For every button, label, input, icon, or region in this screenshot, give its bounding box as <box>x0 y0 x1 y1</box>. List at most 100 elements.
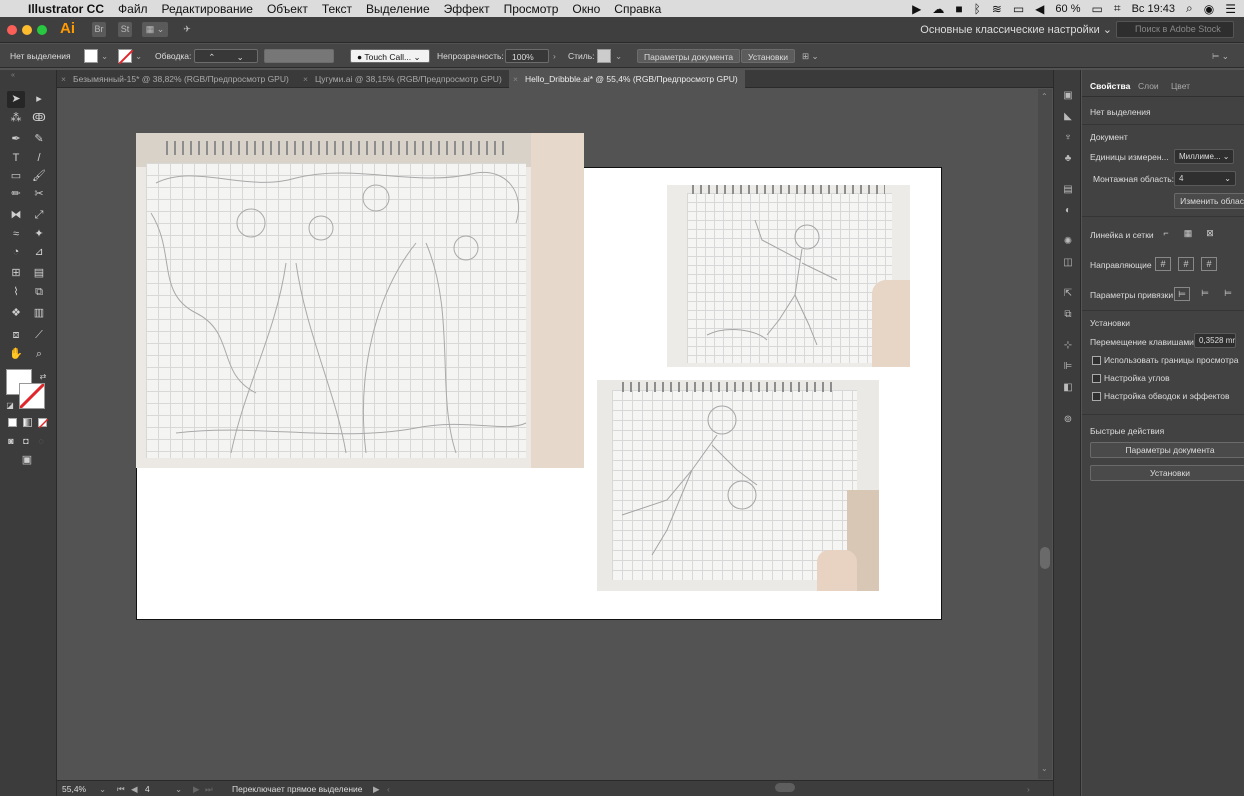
puppet-warp-tool-icon[interactable]: ✦ <box>30 226 48 243</box>
artboards-panel-icon[interactable]: ⧉ <box>1061 309 1075 321</box>
spotlight-search-icon[interactable]: ⌕ <box>1186 1 1193 16</box>
graphic-style-swatch[interactable] <box>597 49 611 63</box>
selection-tool-icon[interactable]: ➤ <box>7 91 25 108</box>
pen-tool-icon[interactable]: ✒ <box>7 131 25 148</box>
tab-tsugumi[interactable]: × Цугуми.ai @ 38,15% (RGB/Предпросмотр GP… <box>299 70 505 88</box>
slice-tool-icon[interactable]: ⟋ <box>30 327 48 344</box>
export-icon[interactable]: ⇱ <box>1061 288 1075 300</box>
zoom-dropdown-icon[interactable]: ⌄ <box>99 784 106 795</box>
transparency-grid-icon[interactable]: ⊠ <box>1202 227 1218 241</box>
stroke-swatch[interactable] <box>118 49 134 65</box>
snap-to-pixel-icon[interactable]: ⊨ <box>1197 287 1213 301</box>
brush-definition[interactable]: ● Touch Call... ⌄ <box>350 49 430 63</box>
opacity-field[interactable]: 100% <box>505 49 549 63</box>
lock-guides-icon[interactable]: # <box>1178 257 1194 271</box>
opacity-arrow-icon[interactable]: › <box>553 49 556 63</box>
fill-dropdown-icon[interactable]: ⌄ <box>101 49 108 63</box>
tab-color[interactable]: Цвет <box>1171 81 1190 91</box>
gradient-tool-icon[interactable]: ▤ <box>30 265 48 282</box>
notification-center-icon[interactable]: ☰ <box>1225 2 1236 16</box>
direct-selection-tool-icon[interactable]: ▸ <box>30 91 48 108</box>
artboard-select[interactable]: 4 ⌄ <box>1174 171 1236 186</box>
previous-artboard-icon[interactable]: ◀ <box>131 784 138 795</box>
arrange-documents-icon[interactable]: ▦ ⌄ <box>142 22 168 37</box>
airplay-icon[interactable]: ▭ <box>1013 2 1024 16</box>
quick-preferences-button[interactable]: Установки <box>1090 465 1244 481</box>
snap-to-point-icon[interactable]: ⊨ <box>1174 287 1190 301</box>
show-guides-icon[interactable]: # <box>1155 257 1171 271</box>
symbol-sprayer-tool-icon[interactable]: ❖ <box>7 305 25 322</box>
edit-artboards-button[interactable]: Изменить област <box>1174 193 1244 209</box>
stroke-panel-icon[interactable]: ▤ <box>1061 184 1075 196</box>
menu-object[interactable]: Объект <box>267 2 308 16</box>
warp-tool-icon[interactable]: ≈ <box>7 226 25 243</box>
tab-properties[interactable]: Свойства <box>1090 81 1130 91</box>
align-icon[interactable]: ⊫ <box>1061 361 1075 373</box>
placed-image-sketch-trees[interactable] <box>136 133 584 468</box>
stock-search-input[interactable]: Поиск в Adobe Stock <box>1116 21 1234 38</box>
scale-corners-checkbox[interactable] <box>1092 374 1101 383</box>
bridge-icon[interactable]: Br <box>92 22 106 37</box>
links-icon[interactable]: ⊚ <box>1061 414 1075 426</box>
scroll-thumb[interactable] <box>1040 547 1050 569</box>
arrange-icon[interactable]: ⊞ ⌄ <box>802 49 819 63</box>
tab-hello-dribbble[interactable]: × Hello_Dribbble.ai* @ 55,4% (RGB/Предпро… <box>509 70 745 88</box>
last-artboard-icon[interactable]: ⏭ <box>205 784 213 795</box>
appearance-icon[interactable]: ✺ <box>1061 236 1075 248</box>
creative-cloud-icon[interactable]: ☁ <box>932 2 944 16</box>
transform-icon[interactable]: ⊹ <box>1061 340 1075 352</box>
smart-guides-icon[interactable]: # <box>1201 257 1217 271</box>
preferences-button[interactable]: Установки <box>741 49 796 63</box>
first-artboard-icon[interactable]: ⏮ <box>117 784 125 795</box>
close-tab-icon[interactable]: × <box>61 70 66 88</box>
workspace-switcher[interactable]: Основные классические настройки ⌄ <box>920 23 1112 36</box>
next-artboard-icon[interactable]: ▶ <box>193 784 200 795</box>
document-setup-button[interactable]: Параметры документа <box>637 49 741 63</box>
placed-image-sketch-runner[interactable] <box>667 185 910 367</box>
stroke-dropdown-icon[interactable]: ⌄ <box>135 49 142 63</box>
type-tool-icon[interactable]: T <box>7 150 25 167</box>
zoom-tool-icon[interactable]: ⌕ <box>30 346 48 363</box>
close-tab-icon[interactable]: × <box>513 70 518 88</box>
tab-untitled-15[interactable]: × Безымянный-15* @ 38,82% (RGB/Предпросмо… <box>57 70 297 88</box>
menu-help[interactable]: Справка <box>614 2 661 16</box>
gpu-performance-icon[interactable]: ✈ <box>180 22 194 37</box>
lasso-tool-icon[interactable]: ↂ <box>30 110 48 127</box>
eyedropper-tool-icon[interactable]: ⌇ <box>7 284 25 301</box>
menu-edit[interactable]: Редактирование <box>162 2 253 16</box>
curvature-tool-icon[interactable]: ✎ <box>30 131 48 148</box>
default-colors-icon[interactable]: ◪ <box>1 397 19 414</box>
pencil-tool-icon[interactable]: ✏ <box>7 186 25 203</box>
keyboard-increment-field[interactable]: 0,3528 mr <box>1194 333 1236 348</box>
grid-icon[interactable]: ▦ <box>1180 227 1196 241</box>
rulers-icon[interactable]: ⌐ <box>1158 227 1174 241</box>
collapse-panel-icon[interactable]: « <box>4 67 22 84</box>
artboard-tool-icon[interactable]: ⧈ <box>7 327 25 344</box>
menu-type[interactable]: Текст <box>322 2 352 16</box>
play-icon[interactable]: ▶ <box>912 2 921 16</box>
stroke-color-box[interactable] <box>18 382 46 410</box>
brushes-icon[interactable]: ♆ <box>1061 132 1075 144</box>
symbols-icon[interactable]: ♣ <box>1061 153 1075 165</box>
gradient-mode-icon[interactable] <box>23 418 32 427</box>
switch-icon[interactable]: ⌗ <box>1114 1 1121 16</box>
graph-tool-icon[interactable]: ▥ <box>30 305 48 322</box>
battery-icon[interactable]: ▭ <box>1091 2 1102 16</box>
screen-mode-icon[interactable]: ▣ <box>18 452 36 469</box>
paintbrush-tool-icon[interactable]: 🖌 <box>30 168 48 185</box>
scroll-up-icon[interactable]: ⌃ <box>1041 92 1048 101</box>
app-menu[interactable]: Illustrator CC <box>28 2 104 16</box>
graphic-styles-icon[interactable]: ◫ <box>1061 257 1075 269</box>
blend-tool-icon[interactable]: ⧉ <box>30 284 48 301</box>
line-tool-icon[interactable]: / <box>30 150 48 167</box>
perspective-grid-tool-icon[interactable]: ⊿ <box>30 244 48 261</box>
close-tab-icon[interactable]: × <box>303 70 308 88</box>
scroll-down-icon[interactable]: ⌄ <box>1041 764 1048 773</box>
panel-menu-icon[interactable]: ⊨ ⌄ <box>1212 49 1229 63</box>
close-window-button[interactable] <box>7 25 17 35</box>
volume-icon[interactable]: ◀ <box>1035 2 1044 16</box>
quick-document-setup-button[interactable]: Параметры документа <box>1090 442 1244 458</box>
menu-effect[interactable]: Эффект <box>444 2 490 16</box>
variable-width-profile[interactable] <box>264 49 334 63</box>
color-guide-icon[interactable]: ◣ <box>1061 111 1075 123</box>
